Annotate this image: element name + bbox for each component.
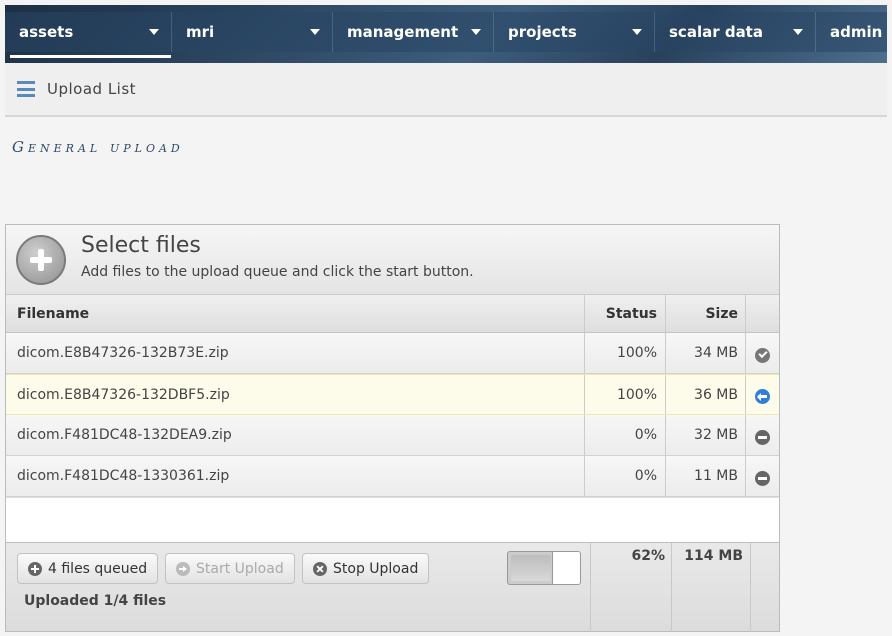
file-status: 0% bbox=[585, 456, 666, 496]
file-row[interactable]: dicom.E8B47326-132DBF5.zip 100% 36 MB bbox=[6, 374, 779, 415]
file-name: dicom.F481DC48-1330361.zip bbox=[6, 456, 585, 496]
select-files-title[interactable]: Select files bbox=[81, 233, 201, 258]
file-status: 100% bbox=[585, 333, 666, 373]
uploaded-status: Uploaded 1/4 files bbox=[24, 593, 167, 609]
stop-upload-label: Stop Upload bbox=[333, 560, 419, 577]
column-filename: Filename bbox=[6, 295, 585, 332]
file-status: 100% bbox=[585, 375, 666, 414]
caret-down-icon bbox=[310, 29, 320, 35]
upload-list-title[interactable]: Upload List bbox=[47, 80, 136, 98]
nav-item-projects[interactable]: projects bbox=[494, 12, 655, 52]
upload-toggle[interactable] bbox=[507, 551, 581, 585]
add-files-icon[interactable] bbox=[16, 235, 66, 285]
file-size: 32 MB bbox=[666, 415, 746, 455]
plus-icon bbox=[28, 561, 42, 576]
column-status: Status bbox=[585, 295, 666, 332]
top-navigation: assets mri management projects scalar da… bbox=[5, 5, 887, 63]
files-queued-button[interactable]: 4 files queued bbox=[17, 553, 159, 584]
file-row[interactable]: dicom.E8B47326-132B73E.zip 100% 34 MB bbox=[6, 333, 779, 374]
file-size: 34 MB bbox=[666, 333, 746, 373]
file-uploader: Select files Add files to the upload que… bbox=[5, 224, 780, 632]
column-size: Size bbox=[666, 295, 746, 332]
file-size: 11 MB bbox=[666, 456, 746, 496]
file-row[interactable]: dicom.F481DC48-132DEA9.zip 0% 32 MB bbox=[6, 415, 779, 456]
remove-icon[interactable] bbox=[755, 470, 770, 486]
file-row[interactable]: dicom.F481DC48-1330361.zip 0% 11 MB bbox=[6, 456, 779, 497]
file-size: 36 MB bbox=[666, 375, 746, 414]
nav-item-admin[interactable]: admin bbox=[816, 12, 887, 52]
remove-icon[interactable] bbox=[755, 429, 770, 445]
start-upload-label: Start Upload bbox=[196, 560, 284, 577]
caret-down-icon bbox=[471, 29, 481, 35]
caret-down-icon bbox=[149, 29, 159, 35]
nav-item-management[interactable]: management bbox=[333, 12, 494, 52]
nav-label: projects bbox=[508, 23, 577, 41]
sub-header: Upload List bbox=[5, 63, 887, 117]
total-size: 114 MB bbox=[671, 543, 751, 632]
file-status: 0% bbox=[585, 415, 666, 455]
total-percent: 62% bbox=[590, 543, 671, 632]
nav-label: assets bbox=[19, 23, 74, 41]
arrow-right-icon bbox=[176, 561, 190, 576]
nav-item-scalar-data[interactable]: scalar data bbox=[655, 12, 816, 52]
page-title: General upload bbox=[12, 138, 184, 156]
drop-area[interactable] bbox=[6, 497, 779, 542]
back-arrow-icon[interactable] bbox=[755, 389, 770, 404]
uploader-footer: 4 files queued Start Upload Stop Upload … bbox=[6, 542, 779, 632]
file-name: dicom.E8B47326-132B73E.zip bbox=[6, 333, 585, 373]
file-name: dicom.E8B47326-132DBF5.zip bbox=[6, 375, 585, 414]
select-files-instructions: Add files to the upload queue and click … bbox=[81, 264, 474, 280]
nav-label: management bbox=[347, 23, 459, 41]
file-name: dicom.F481DC48-132DEA9.zip bbox=[6, 415, 585, 455]
nav-item-assets[interactable]: assets bbox=[5, 12, 172, 58]
nav-label: mri bbox=[186, 23, 215, 41]
nav-label: scalar data bbox=[669, 23, 763, 41]
column-action bbox=[746, 295, 779, 332]
caret-down-icon bbox=[793, 29, 803, 35]
uploader-header: Select files Add files to the upload que… bbox=[6, 225, 779, 295]
stop-upload-button[interactable]: Stop Upload bbox=[302, 553, 430, 584]
nav-bar: assets mri management projects scalar da… bbox=[5, 12, 887, 58]
start-upload-button[interactable]: Start Upload bbox=[165, 553, 295, 584]
files-queued-label: 4 files queued bbox=[48, 560, 148, 577]
close-icon bbox=[313, 561, 327, 576]
check-icon bbox=[755, 347, 770, 363]
nav-label: admin bbox=[830, 23, 883, 41]
table-header: Filename Status Size bbox=[6, 295, 779, 333]
menu-icon[interactable] bbox=[17, 81, 35, 97]
nav-item-mri[interactable]: mri bbox=[172, 12, 333, 52]
toggle-knob[interactable] bbox=[552, 552, 580, 584]
caret-down-icon bbox=[632, 29, 642, 35]
